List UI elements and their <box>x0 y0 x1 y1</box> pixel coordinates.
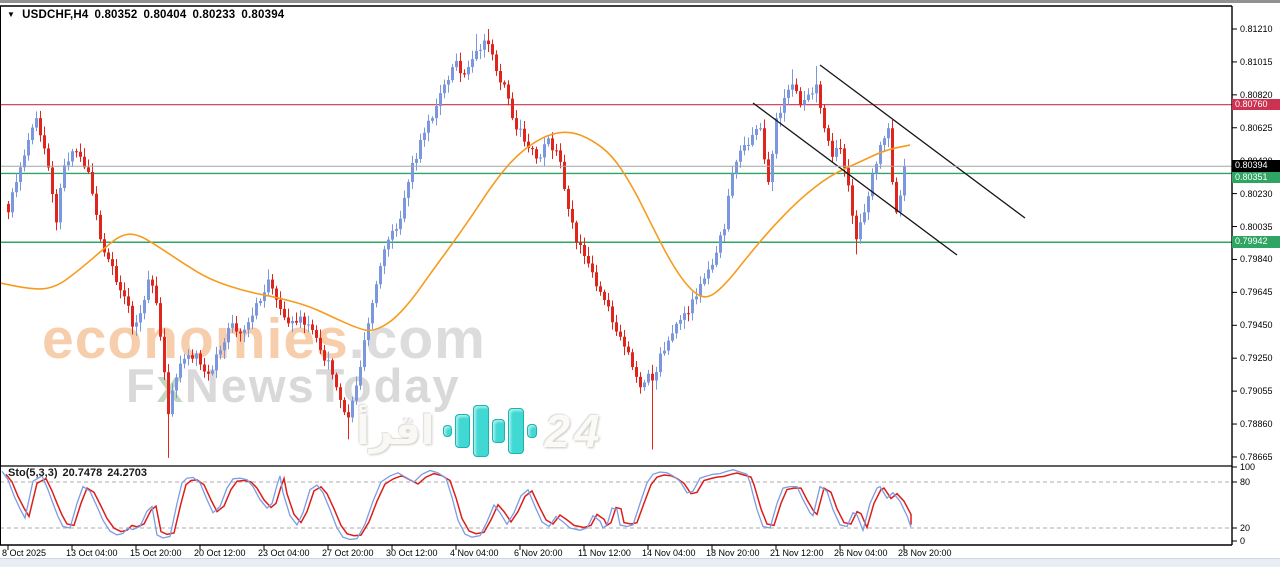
stochastic-tick-label: 0 <box>1240 536 1245 546</box>
date-tick-label: 27 Oct 20:00 <box>322 548 374 558</box>
date-tick-label: 4 Nov 04:00 <box>450 548 499 558</box>
date-tick-label: 21 Nov 12:00 <box>770 548 824 558</box>
price-tick-label: 0.78860 <box>1240 419 1273 429</box>
date-tick-label: 13 Oct 04:00 <box>66 548 118 558</box>
date-tick-label: 30 Oct 12:00 <box>386 548 438 558</box>
resistance-price-badge: 0.80760 <box>1232 99 1280 111</box>
support-level-badge-2: 0.79942 <box>1232 236 1280 248</box>
price-tick-label: 0.81210 <box>1240 24 1273 34</box>
stochastic-tick-label: 100 <box>1240 462 1255 472</box>
price-tick-label: 0.80230 <box>1240 189 1273 199</box>
stochastic-name: Sto(5,3,3) <box>8 467 58 479</box>
date-tick-label: 23 Oct 04:00 <box>258 548 310 558</box>
price-tick-label: 0.79645 <box>1240 287 1273 297</box>
quote-low: 0.80233 <box>192 9 235 21</box>
date-tick-label: 20 Oct 12:00 <box>194 548 246 558</box>
price-tick-label: 0.79450 <box>1240 320 1273 330</box>
stochastic-label: Sto(5,3,3) 20.7478 24.2703 <box>8 467 152 479</box>
mt4-chart-window: economies.com FxNewsToday اقرأ 24 ▼USDCH… <box>0 0 1280 567</box>
symbol-dropdown-icon[interactable]: ▼ <box>7 10 15 19</box>
price-tick-label: 0.79055 <box>1240 386 1273 396</box>
price-tick-label: 0.79250 <box>1240 353 1273 363</box>
price-tick-label: 0.78665 <box>1240 452 1273 462</box>
date-tick-label: 8 Oct 2025 <box>2 548 46 558</box>
price-tick-label: 0.80625 <box>1240 123 1273 133</box>
price-tick-label: 0.80035 <box>1240 222 1273 232</box>
symbol-name: USDCHF,H4 <box>22 9 88 21</box>
price-chart-svg[interactable] <box>0 0 1280 567</box>
quote-high: 0.80404 <box>143 9 186 21</box>
date-tick-label: 18 Nov 20:00 <box>706 548 760 558</box>
quote-open: 0.80352 <box>94 9 137 21</box>
price-tick-label: 0.79840 <box>1240 254 1273 264</box>
price-tick-label: 0.81015 <box>1240 57 1273 67</box>
quote-close: 0.80394 <box>241 9 284 21</box>
date-tick-label: 6 Nov 20:00 <box>514 548 563 558</box>
support-level-badge-1: 0.80351 <box>1232 172 1280 184</box>
date-tick-label: 26 Nov 04:00 <box>834 548 888 558</box>
stochastic-tick-label: 80 <box>1240 477 1250 487</box>
date-tick-label: 11 Nov 12:00 <box>578 548 631 558</box>
bid-price-badge: 0.80394 <box>1232 160 1280 172</box>
symbol-ohlc-line: ▼ USDCHF,H4 0.80352 0.80404 0.80233 0.80394 <box>7 9 284 21</box>
stochastic-d-value: 24.2703 <box>107 467 147 479</box>
date-tick-label: 15 Oct 20:00 <box>130 548 182 558</box>
stochastic-tick-label: 20 <box>1240 523 1250 533</box>
date-tick-label: 14 Nov 04:00 <box>642 548 696 558</box>
date-tick-label: 28 Nov 20:00 <box>898 548 952 558</box>
stochastic-k-value: 20.7478 <box>63 467 103 479</box>
